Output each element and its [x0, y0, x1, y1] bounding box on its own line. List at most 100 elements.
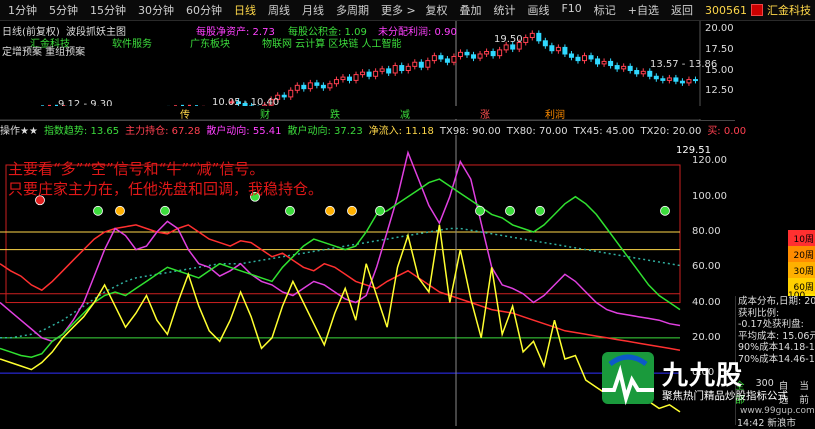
sub-y-tick: 80.00 — [692, 226, 721, 237]
toolbar-tool[interactable]: 返回 — [665, 2, 699, 18]
sub-param: TX20: 20.00 — [640, 126, 702, 137]
sub-y-tick: 120.00 — [692, 155, 727, 167]
toolbar-tool[interactable]: +自选 — [622, 2, 665, 18]
sub-top-value: 129.51 — [676, 145, 711, 156]
candle — [575, 56, 581, 62]
candle — [523, 37, 529, 43]
candle — [568, 53, 574, 58]
candle — [555, 46, 561, 52]
signal-icon — [535, 205, 545, 216]
candle — [444, 58, 450, 63]
candle — [457, 51, 463, 57]
annotation-line-1: 主要看“多”“空”信号和“牛”“减”信号。 — [8, 160, 265, 178]
signal-icon — [505, 205, 515, 216]
candle — [294, 84, 300, 91]
main-y-tick: 15.00 — [705, 64, 734, 76]
candle — [431, 55, 437, 62]
period-tab[interactable]: 1分钟 — [2, 2, 43, 18]
candle — [640, 70, 646, 75]
period-tab[interactable]: 周线 — [262, 2, 296, 18]
candle — [686, 79, 692, 84]
candle — [412, 61, 418, 67]
period-tab[interactable]: 60分钟 — [180, 2, 228, 18]
toolbar-tool[interactable]: 画线 — [521, 2, 555, 18]
candle — [595, 58, 601, 65]
cost-line-2: -0.17处获利盘: — [738, 319, 804, 330]
ma-legend-item[interactable]: 30周 — [788, 262, 815, 278]
stock-name[interactable]: 汇金科技 — [767, 2, 811, 18]
signal-icon — [160, 205, 170, 216]
annotation-line-2: 只要庄家主力在，任他洗盘和回调，我稳持仓。 — [8, 180, 324, 198]
watermark-title: 九九股 — [662, 361, 744, 391]
period-tab[interactable]: 多周期 — [330, 2, 375, 18]
candle — [360, 71, 366, 76]
candle — [425, 60, 431, 68]
toolbar-tool[interactable]: 统计 — [487, 2, 521, 18]
candle — [510, 44, 516, 50]
series-main-force — [0, 224, 681, 351]
toolbar-tool[interactable]: 标记 — [588, 2, 622, 18]
sub-param: TX98: 90.00 — [439, 126, 501, 137]
sub-y-tick: 60.00 — [692, 261, 721, 273]
candle — [386, 68, 392, 74]
ma-legend-item[interactable]: 10周 — [788, 230, 815, 246]
candle — [320, 84, 326, 89]
sub-param: 买: 0.00 — [707, 126, 747, 137]
strip-label: 财 — [260, 110, 270, 121]
main-frag-concepts: 物联网 云计算 区块链 人工智能 — [262, 39, 402, 50]
signal-icon — [285, 205, 295, 216]
candle — [497, 49, 503, 57]
series-net-inflow — [0, 224, 681, 413]
main-frag-sector: 软件服务 — [112, 39, 152, 50]
candle — [490, 51, 496, 57]
period-tab[interactable]: 更多 > — [375, 2, 422, 18]
main-frag-region: 广东板块 — [190, 39, 230, 50]
sub-y-tick: 40.00 — [692, 296, 721, 308]
period-tab[interactable]: 月线 — [296, 2, 330, 18]
sub-param: 操作★★ — [0, 126, 38, 137]
period-tab[interactable]: 5分钟 — [43, 2, 84, 18]
ma-legend-item[interactable]: 20周 — [788, 246, 815, 262]
candle — [660, 78, 666, 81]
candle — [692, 79, 698, 82]
toolbar-tools: 复权 叠加 统计 画线 F10 标记 +自选 返回 — [419, 2, 699, 18]
toolbar-tool[interactable]: 复权 — [419, 2, 453, 18]
period-tab[interactable]: 日线 — [228, 2, 262, 18]
candle — [301, 84, 307, 90]
candle — [647, 70, 653, 77]
period-tabs: 1分钟 5分钟 15分钟 30分钟 60分钟 日线 周线 月线 多周期 更多 > — [0, 2, 422, 18]
cost-tab[interactable]: 当前 — [799, 378, 815, 406]
candle — [601, 60, 607, 65]
signal-icon — [475, 205, 485, 216]
candle — [666, 77, 672, 81]
sub-param: 净流入: 11.18 — [368, 126, 434, 137]
cost-bottom: 14:42 新浪市 — [737, 418, 796, 429]
period-tab[interactable]: 15分钟 — [84, 2, 132, 18]
toolbar-tool[interactable]: F10 — [555, 2, 587, 18]
candle — [288, 89, 294, 98]
candle — [588, 55, 594, 60]
candle — [379, 68, 385, 72]
watermark-logo-icon — [602, 352, 654, 406]
stock-code[interactable]: 300561 — [705, 4, 747, 17]
series-retail-2 — [0, 178, 681, 358]
candle — [562, 46, 568, 55]
annotation: 主要看“多”“空”信号和“牛”“减”信号。 只要庄家主力在，任他洗盘和回调，我稳… — [8, 159, 323, 199]
sub-param: TX45: 45.00 — [573, 126, 635, 137]
candle — [608, 60, 614, 67]
watermark-url: www.99gup.com — [740, 406, 815, 416]
flag-icon — [751, 4, 763, 16]
toolbar-tool[interactable]: 叠加 — [453, 2, 487, 18]
sub-params: 操作★★ 指数趋势: 13.65 主力持仓: 67.28 散户动向: 55.41 散户动… — [0, 122, 752, 137]
signal-icon — [115, 205, 125, 216]
candle — [549, 45, 555, 52]
candle — [542, 40, 548, 47]
sub-param: 散户动向: 55.41 — [206, 126, 282, 137]
candle — [373, 70, 379, 77]
main-y-tick: 20.00 — [705, 23, 734, 35]
signal-icon — [347, 205, 357, 216]
candle — [327, 83, 333, 89]
candle — [582, 55, 587, 62]
period-tab[interactable]: 30分钟 — [132, 2, 180, 18]
cost-title: 成本分布,日期: 201 — [738, 296, 815, 307]
